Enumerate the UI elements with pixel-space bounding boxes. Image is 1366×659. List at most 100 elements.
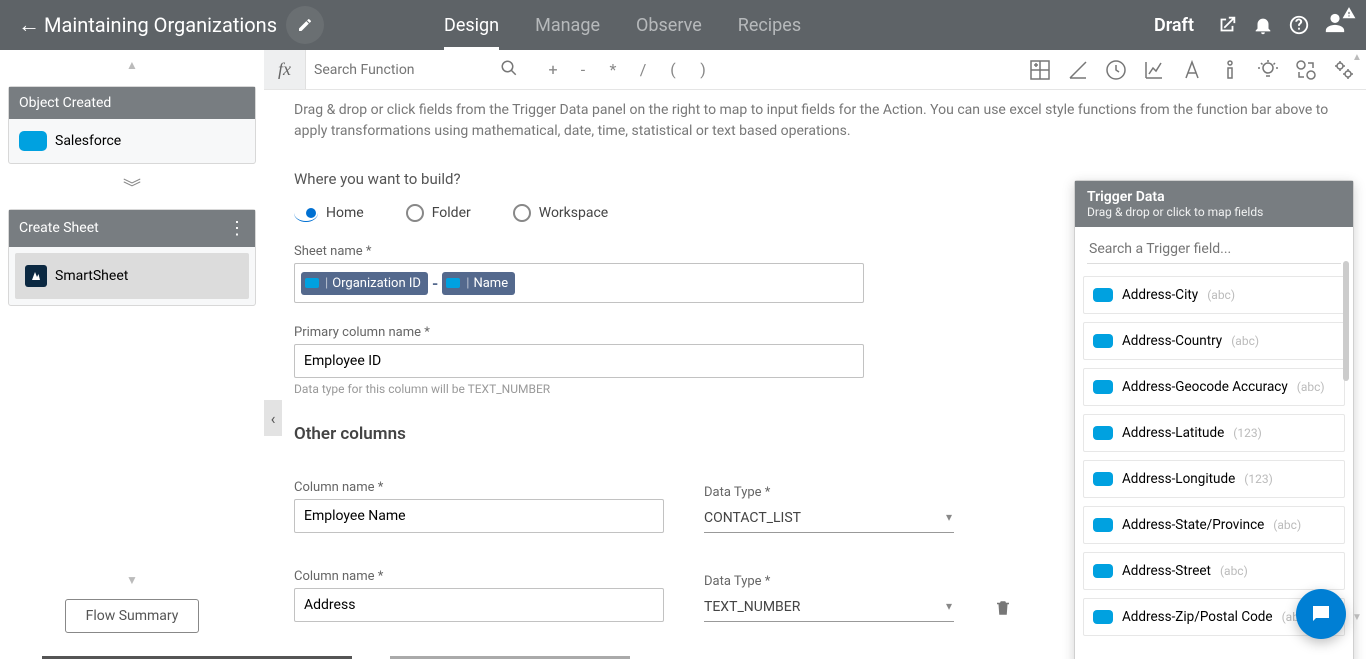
salesforce-icon <box>1093 288 1113 302</box>
primary-column-input[interactable] <box>294 344 864 378</box>
col0-type-label: Data Type * <box>704 485 954 500</box>
trigger-field-type: (abc) <box>1273 518 1301 532</box>
tab-observe[interactable]: Observe <box>636 0 702 50</box>
trigger-field-name: Address-Longitude <box>1122 471 1235 487</box>
action-panel-title: Create Sheet <box>19 220 99 236</box>
topbar: ← Maintaining Organizations Design Manag… <box>0 0 1366 50</box>
chart-icon[interactable] <box>1142 58 1166 82</box>
col1-type-select[interactable]: TEXT_NUMBER <box>704 593 954 622</box>
trigger-field-type: (123) <box>1244 472 1273 486</box>
clock-icon[interactable] <box>1104 58 1128 82</box>
radio-home[interactable]: Home <box>294 204 364 222</box>
edit-title-button[interactable] <box>286 6 324 44</box>
trigger-field-name: Address-Latitude <box>1122 425 1224 441</box>
col1-type-label: Data Type * <box>704 574 954 589</box>
trigger-panel-header: Trigger Data Drag & drop or click to map… <box>1075 181 1353 227</box>
trigger-panel-title: Object Created <box>19 95 111 111</box>
angle-icon[interactable] <box>1066 58 1090 82</box>
col0-name-label: Column name * <box>294 480 664 495</box>
trigger-panel-card[interactable]: Object Created Salesforce <box>8 86 256 164</box>
delete-column-button[interactable] <box>994 599 1014 622</box>
back-arrow-icon[interactable]: ← <box>18 12 38 38</box>
action-menu-icon[interactable]: ⋮ <box>228 218 245 239</box>
op-rparen[interactable]: ) <box>688 60 718 79</box>
trigger-app-label: Salesforce <box>55 133 121 149</box>
font-icon[interactable] <box>1180 58 1204 82</box>
radio-workspace[interactable]: Workspace <box>513 204 609 222</box>
trigger-field[interactable]: Address-State/Province (abc) <box>1083 506 1345 544</box>
trigger-field[interactable]: Address-Longitude (123) <box>1083 460 1345 498</box>
trigger-field[interactable]: Address-Latitude(123) <box>1083 414 1345 452</box>
sidebar-scroll-down-icon[interactable]: ▼ <box>126 573 138 587</box>
salesforce-tag-icon <box>446 278 460 288</box>
status-label: Draft <box>1154 15 1194 36</box>
page-title: Maintaining Organizations <box>44 13 277 37</box>
tag-org-id-label: Organization ID <box>332 276 421 291</box>
avatar[interactable] <box>1324 12 1346 38</box>
trigger-field[interactable]: Address-Country(abc) <box>1083 322 1345 360</box>
salesforce-icon <box>19 131 47 151</box>
tag-name[interactable]: |Name <box>442 272 515 295</box>
search-icon[interactable] <box>500 59 530 81</box>
salesforce-icon <box>1093 564 1113 578</box>
radio-home-circle <box>294 204 318 222</box>
radio-workspace-label: Workspace <box>539 205 609 221</box>
info-icon[interactable] <box>1218 58 1242 82</box>
smartsheet-icon <box>25 265 47 287</box>
trigger-panel-title: Trigger Data <box>1087 189 1341 205</box>
op-mult[interactable]: * <box>598 60 628 79</box>
idea-icon[interactable] <box>1256 58 1280 82</box>
op-lparen[interactable]: ( <box>658 60 688 79</box>
trigger-search-input[interactable] <box>1087 235 1341 264</box>
bell-icon[interactable] <box>1252 14 1274 36</box>
col0-type-select[interactable]: CONTACT_LIST <box>704 504 954 533</box>
op-div[interactable]: / <box>628 60 658 79</box>
tab-manage[interactable]: Manage <box>535 0 600 50</box>
salesforce-tag-icon <box>305 278 319 288</box>
action-app-row[interactable]: SmartSheet <box>15 253 249 299</box>
chat-button[interactable] <box>1296 589 1346 639</box>
page-scrollbar[interactable]: ▲ ▼ <box>1350 52 1364 659</box>
pencil-icon <box>297 17 313 33</box>
radio-workspace-circle <box>513 204 531 222</box>
sheet-name-input[interactable]: |Organization ID - |Name <box>294 263 864 303</box>
op-minus[interactable]: - <box>568 60 598 79</box>
col0-name-input[interactable] <box>294 499 664 533</box>
radio-folder[interactable]: Folder <box>406 204 471 222</box>
op-plus[interactable]: + <box>538 60 568 79</box>
function-search-input[interactable] <box>306 50 500 89</box>
main-area: fx + - * / ( ) <box>264 50 1366 659</box>
trigger-app-row[interactable]: Salesforce <box>9 119 255 163</box>
trigger-field-name: Address-Zip/Postal Code <box>1122 609 1273 625</box>
header-actions: Draft <box>1154 12 1366 38</box>
help-text: Drag & drop or click fields from the Tri… <box>294 100 1336 142</box>
trigger-field-name: Address-State/Province <box>1122 517 1264 533</box>
trigger-panel-header: Object Created <box>9 87 255 119</box>
col1-name-input[interactable] <box>294 588 664 622</box>
trigger-field[interactable]: Address-City(abc) <box>1083 276 1345 314</box>
tab-recipes[interactable]: Recipes <box>738 0 801 50</box>
page-scroll-down-icon[interactable]: ▼ <box>1352 612 1362 623</box>
convert-icon[interactable] <box>1294 58 1318 82</box>
tab-design[interactable]: Design <box>444 0 499 50</box>
action-panel-card[interactable]: Create Sheet ⋮ SmartSheet <box>8 209 256 306</box>
trigger-field-name: Address-Street <box>1122 563 1211 579</box>
page-scroll-up-icon[interactable]: ▲ <box>1352 52 1362 63</box>
tag-organization-id[interactable]: |Organization ID <box>301 272 428 295</box>
math-icon[interactable] <box>1028 58 1052 82</box>
radio-folder-label: Folder <box>432 205 471 221</box>
trigger-field[interactable]: Address-Geocode Accuracy(abc) <box>1083 368 1345 406</box>
sidebar: ▲ Object Created Salesforce ︾ Create She… <box>0 50 264 659</box>
help-icon[interactable] <box>1288 14 1310 36</box>
salesforce-icon <box>1093 518 1113 532</box>
sidebar-scroll-up-icon[interactable]: ▲ <box>126 58 138 72</box>
salesforce-icon <box>1093 426 1113 440</box>
action-app-label: SmartSheet <box>55 268 128 284</box>
trigger-scrollbar[interactable] <box>1343 261 1349 381</box>
trigger-field[interactable]: Address-Street(abc) <box>1083 552 1345 590</box>
external-link-icon[interactable] <box>1216 14 1238 36</box>
trigger-field-type: (abc) <box>1231 334 1259 348</box>
flow-summary-button[interactable]: Flow Summary <box>65 599 200 633</box>
action-panel-header: Create Sheet ⋮ <box>9 210 255 247</box>
salesforce-icon <box>1093 334 1113 348</box>
